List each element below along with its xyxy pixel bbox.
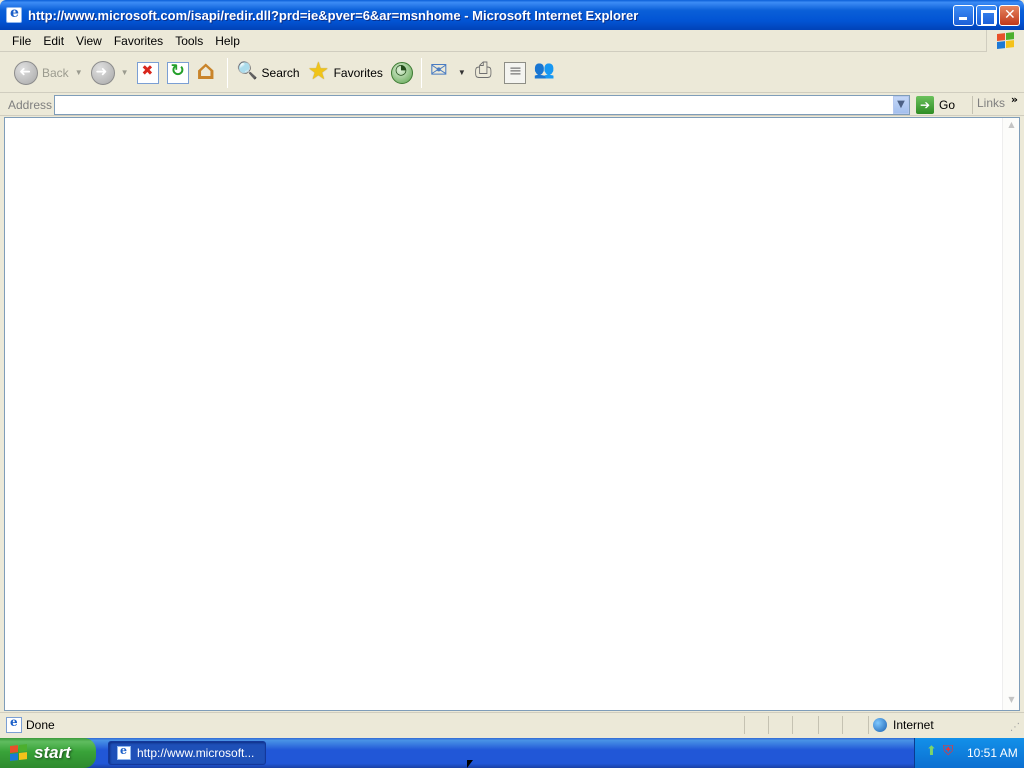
- forward-dropdown-icon[interactable]: ▼: [121, 68, 129, 77]
- search-button[interactable]: Search: [232, 57, 304, 89]
- favorites-label: Favorites: [333, 65, 383, 80]
- favorites-button[interactable]: Favorites: [304, 57, 387, 89]
- search-label: Search: [261, 65, 300, 80]
- status-bar: Done Internet ⋰: [0, 712, 1024, 736]
- search-icon: [236, 61, 258, 84]
- edit-button[interactable]: [500, 57, 530, 89]
- address-input[interactable]: [54, 95, 910, 115]
- mail-dropdown-icon[interactable]: ▼: [458, 68, 466, 77]
- address-label: Address: [8, 97, 53, 112]
- status-pane: [818, 716, 819, 734]
- address-bar: Address ▼ ➔ Go Links »: [0, 93, 1024, 116]
- status-pane: [792, 716, 793, 734]
- chevron-right-icon[interactable]: »: [1011, 93, 1018, 106]
- links-toolbar[interactable]: Links: [972, 96, 1005, 114]
- forward-button[interactable]: ▼: [87, 57, 133, 89]
- taskbar-item-internet-explorer[interactable]: http://www.microsoft...: [108, 741, 266, 765]
- start-button[interactable]: start: [0, 738, 96, 768]
- title-bar[interactable]: http://www.microsoft.com/isapi/redir.dll…: [0, 0, 1024, 30]
- menu-favorites[interactable]: Favorites: [108, 32, 169, 50]
- status-pane: [744, 716, 745, 734]
- history-icon: [390, 61, 413, 84]
- toolbar-separator: [420, 57, 422, 88]
- minimize-button[interactable]: [953, 5, 974, 26]
- resize-grip-icon[interactable]: ⋰: [1010, 722, 1022, 734]
- forward-icon: [90, 60, 115, 85]
- taskbar-item-label: http://www.microsoft...: [137, 746, 255, 760]
- start-label: start: [34, 743, 71, 762]
- stop-icon: [136, 61, 159, 84]
- stop-button[interactable]: [133, 57, 163, 89]
- windows-logo-icon: [986, 30, 1024, 52]
- ie-icon[interactable]: [6, 5, 22, 23]
- clock[interactable]: 10:51 AM: [967, 746, 1018, 760]
- menu-bar: File Edit View Favorites Tools Help: [0, 30, 1024, 52]
- print-button[interactable]: [470, 57, 500, 89]
- menu-edit[interactable]: Edit: [37, 32, 70, 50]
- page-content[interactable]: ▲ ▼: [4, 117, 1020, 711]
- mail-button[interactable]: ▼: [426, 57, 470, 89]
- back-label: Back: [42, 65, 69, 80]
- status-text: Done: [26, 717, 55, 732]
- zone-label: Internet: [893, 718, 934, 732]
- window-controls: [953, 5, 1020, 26]
- vertical-scrollbar[interactable]: ▲ ▼: [1002, 118, 1019, 710]
- menu-tools[interactable]: Tools: [169, 32, 209, 50]
- back-dropdown-icon[interactable]: ▼: [75, 68, 83, 77]
- back-button[interactable]: Back ▼: [10, 57, 87, 89]
- back-icon: [14, 60, 38, 85]
- go-label: Go: [939, 98, 956, 112]
- maximize-button[interactable]: [976, 5, 997, 26]
- status-pane: [768, 716, 769, 734]
- menu-help[interactable]: Help: [209, 32, 246, 50]
- close-button[interactable]: [999, 5, 1020, 26]
- links-label: Links: [977, 96, 1006, 110]
- globe-icon: [873, 718, 887, 732]
- standard-toolbar: Back ▼ ▼ Search Favorites ▼: [0, 53, 1024, 93]
- menu-file[interactable]: File: [6, 32, 37, 50]
- home-icon: [197, 56, 219, 86]
- windows-logo-icon: [10, 744, 28, 762]
- taskbar: start http://www.microsoft... 10:51 AM: [0, 738, 1024, 768]
- go-icon: ➔: [916, 96, 934, 114]
- network-icon[interactable]: [925, 744, 939, 760]
- window-title: http://www.microsoft.com/isapi/redir.dll…: [28, 7, 639, 23]
- messenger-icon: [534, 60, 556, 84]
- scroll-down-icon[interactable]: ▼: [1005, 695, 1018, 708]
- security-zone[interactable]: Internet: [868, 716, 1008, 734]
- messenger-button[interactable]: [530, 57, 560, 89]
- mail-icon: [430, 58, 452, 84]
- refresh-icon: [166, 61, 189, 84]
- favorites-icon: [308, 57, 330, 85]
- page-icon: [6, 715, 22, 733]
- print-icon: [474, 58, 496, 84]
- security-shield-icon[interactable]: [943, 743, 957, 760]
- home-button[interactable]: [193, 56, 223, 89]
- ie-icon: [117, 744, 131, 760]
- menu-view[interactable]: View: [70, 32, 108, 50]
- status-pane: [842, 716, 843, 734]
- go-button[interactable]: ➔ Go: [916, 95, 955, 115]
- mouse-cursor-icon: [467, 760, 473, 768]
- system-tray: 10:51 AM: [914, 738, 1024, 768]
- edit-icon: [503, 61, 526, 84]
- toolbar-separator: [226, 57, 228, 88]
- scroll-up-icon[interactable]: ▲: [1005, 120, 1018, 133]
- address-dropdown-icon[interactable]: ▼: [893, 96, 909, 114]
- refresh-button[interactable]: [163, 57, 193, 89]
- history-button[interactable]: [387, 57, 417, 89]
